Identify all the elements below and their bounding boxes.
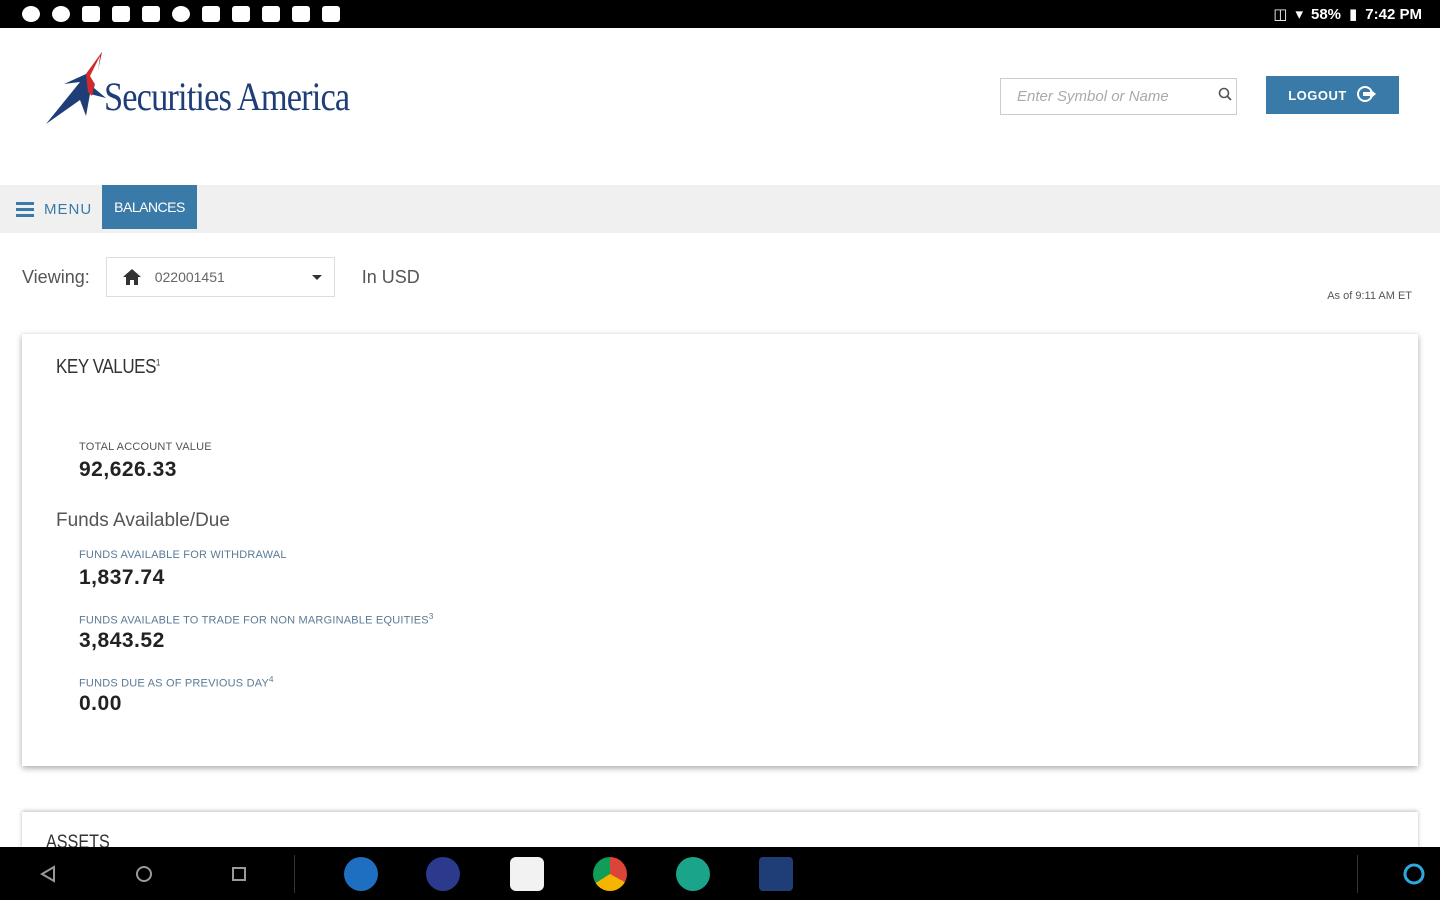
tab-balances[interactable]: BALANCES [102, 185, 197, 229]
funds-due-value: 0.00 [79, 692, 122, 715]
funds-due-label-text: FUNDS DUE AS OF PREVIOUS DAY [79, 677, 269, 690]
vibrate-icon: ◫ [1273, 6, 1288, 23]
trade-funds-value: 3,843.52 [79, 629, 165, 652]
logout-label: LOGOUT [1288, 87, 1347, 103]
menu-button[interactable]: MENU [16, 185, 92, 233]
calendar-icon [142, 6, 160, 22]
android-app-icon[interactable] [676, 857, 710, 891]
folder-icon [202, 6, 220, 22]
hamburger-icon [16, 202, 34, 217]
image-icon [262, 6, 280, 22]
notification-app-icon [52, 6, 70, 22]
withdrawal-label[interactable]: FUNDS AVAILABLE FOR WITHDRAWAL [79, 549, 287, 561]
symbol-search[interactable] [1000, 78, 1237, 115]
recents-icon[interactable] [219, 847, 259, 900]
chrome-icon[interactable] [593, 857, 627, 891]
photos-app-icon[interactable] [510, 857, 544, 891]
battery-percent: 58% [1311, 5, 1342, 23]
nav-divider [1357, 855, 1358, 893]
total-account-value-label: TOTAL ACCOUNT VALUE [79, 441, 212, 453]
image-icon [292, 6, 310, 22]
currency-label: In USD [361, 266, 420, 287]
withdrawal-value: 1,837.74 [79, 566, 165, 589]
account-selector[interactable]: 022001451 [105, 257, 335, 297]
key-values-title-text: KEY VALUES [56, 356, 157, 378]
footnote-marker[interactable]: 4 [269, 675, 274, 684]
chevron-down-icon [311, 274, 322, 280]
back-icon[interactable] [28, 847, 68, 900]
securities-america-logo[interactable]: Securities America [46, 52, 389, 126]
funds-due-label[interactable]: FUNDS DUE AS OF PREVIOUS DAY4 [79, 675, 274, 690]
account-viewing-row: Viewing: 022001451 In USD [22, 257, 420, 297]
logout-button[interactable]: LOGOUT [1266, 76, 1399, 114]
total-account-value: 92,626.33 [79, 458, 177, 481]
securities-america-app-icon[interactable] [759, 857, 793, 891]
notification-icons [22, 6, 340, 22]
nav-divider [294, 855, 295, 893]
notification-app-icon [22, 6, 40, 22]
assistant-icon[interactable] [1394, 847, 1434, 900]
viewing-label: Viewing: [22, 266, 90, 287]
wifi-icon: ▾ [1295, 6, 1303, 23]
news-app-icon[interactable] [426, 857, 460, 891]
battery-icon: ▮ [1349, 6, 1358, 23]
account-number: 022001451 [154, 269, 225, 285]
sign-out-icon [1356, 85, 1377, 105]
browser-app-icon[interactable] [344, 857, 378, 891]
play-icon [172, 6, 190, 22]
brand-name: Securities America [104, 74, 350, 119]
as-of-timestamp: As of 9:11 AM ET [1327, 290, 1412, 302]
download-icon [232, 6, 250, 22]
youtube-icon [82, 6, 100, 22]
funds-heading: Funds Available/Due [56, 510, 230, 531]
site-header: Securities America LOGOUT [0, 28, 1440, 185]
phone-icon [322, 6, 340, 22]
youtube-icon [112, 6, 130, 22]
main-navbar: MENU BALANCES [0, 185, 1440, 233]
android-navigation-bar [0, 847, 1440, 900]
search-icon[interactable] [1218, 87, 1232, 106]
search-input[interactable] [1017, 88, 1218, 105]
home-button-icon[interactable] [124, 847, 164, 900]
menu-label: MENU [44, 200, 93, 218]
key-values-title: KEY VALUES1 [56, 356, 160, 379]
footnote-marker[interactable]: 3 [429, 612, 434, 621]
home-icon [122, 269, 141, 285]
star-logo-icon [46, 52, 106, 126]
key-values-card: KEY VALUES1 TOTAL ACCOUNT VALUE 92,626.3… [22, 334, 1418, 766]
system-indicators: ◫ ▾ 58% ▮ 7:42 PM [1273, 5, 1422, 24]
footnote-marker[interactable]: 1 [156, 357, 160, 367]
trade-funds-label[interactable]: FUNDS AVAILABLE TO TRADE FOR NON MARGINA… [79, 612, 434, 627]
clock: 7:42 PM [1365, 5, 1422, 23]
system-status-bar: ◫ ▾ 58% ▮ 7:42 PM [0, 0, 1440, 28]
trade-funds-label-text: FUNDS AVAILABLE TO TRADE FOR NON MARGINA… [79, 614, 429, 627]
